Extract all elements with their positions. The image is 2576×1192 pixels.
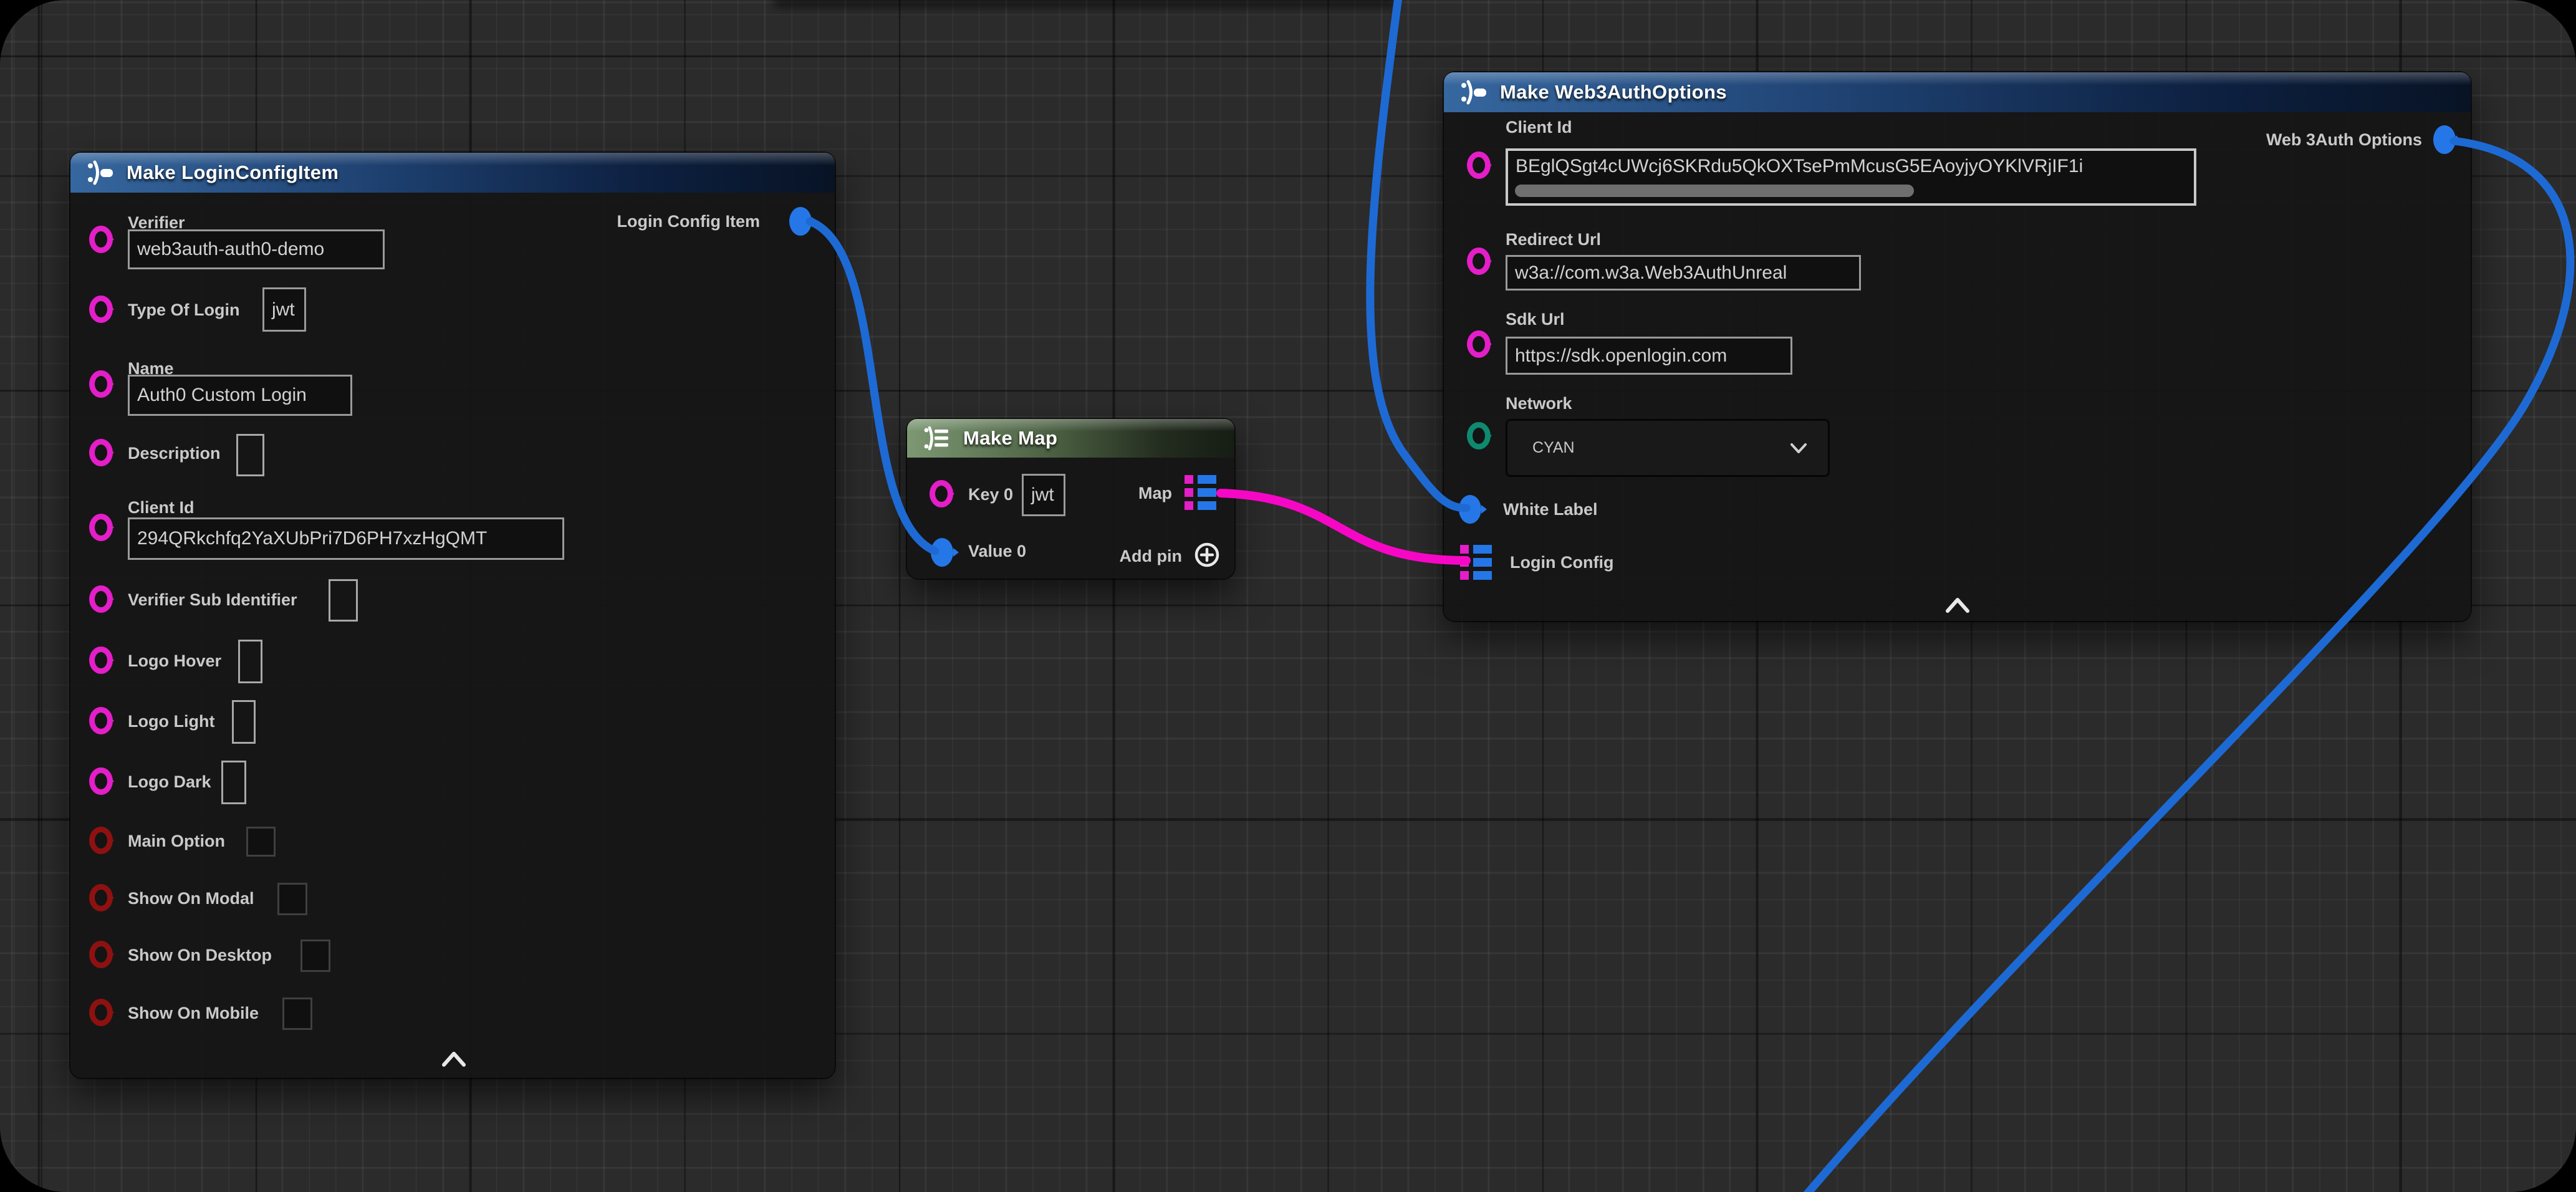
client-id-input[interactable]: 294QRkchfq2YaXUbPri7D6PH7xzHgQMT <box>128 517 564 560</box>
show-on-modal-checkbox[interactable] <box>277 883 307 915</box>
pin-verifier-sub-identifier[interactable] <box>89 585 113 613</box>
pin-logo-dark[interactable] <box>89 767 113 795</box>
add-pin-icon[interactable] <box>1193 541 1221 569</box>
output-label-web3auth-options: Web 3Auth Options <box>2266 130 2422 150</box>
name-input[interactable]: Auth0 Custom Login <box>128 375 352 416</box>
node-title: Make Map <box>963 427 1057 449</box>
pin-client-id[interactable] <box>1467 151 1491 179</box>
wire-map-to-login-config[interactable] <box>1221 493 1466 560</box>
pin-logo-light[interactable] <box>89 707 113 734</box>
pin-label-white-label: White Label <box>1503 499 1598 519</box>
pin-label-login-config: Login Config <box>1510 552 1613 572</box>
client-id-scrollbar[interactable] <box>1515 185 1914 197</box>
pin-show-on-modal[interactable] <box>89 884 113 911</box>
pin-label-value-0: Value 0 <box>968 541 1026 561</box>
pin-label-description: Description <box>128 443 221 463</box>
make-map-icon <box>922 424 951 453</box>
key-0-input[interactable]: jwt <box>1022 474 1065 516</box>
network-dropdown[interactable]: CYAN <box>1506 419 1830 477</box>
pin-label-logo-dark: Logo Dark <box>128 772 211 792</box>
main-option-checkbox[interactable] <box>246 827 276 857</box>
pin-label-type-of-login: Type Of Login <box>128 300 239 320</box>
pin-label-show-on-desktop: Show On Desktop <box>128 945 272 965</box>
logo-dark-input[interactable] <box>221 761 246 804</box>
pin-name[interactable] <box>89 370 113 398</box>
node-header[interactable]: Make Web3AuthOptions <box>1444 72 2471 112</box>
pin-client-id[interactable] <box>89 514 113 541</box>
pin-label-show-on-modal: Show On Modal <box>128 888 254 908</box>
verifier-input[interactable]: web3auth-auth0-demo <box>128 229 385 269</box>
node-header[interactable]: Make Map <box>907 419 1234 458</box>
chevron-down-icon <box>1788 441 1809 455</box>
offscreen-node-shadow <box>773 0 1396 7</box>
pin-show-on-desktop[interactable] <box>89 941 113 968</box>
pin-key-0[interactable] <box>930 480 953 507</box>
pin-label-main-option: Main Option <box>128 831 225 851</box>
pin-verifier[interactable] <box>89 226 113 253</box>
client-id-input[interactable]: BEglQSgt4cUWcj6SKRdu5QkOXTsePmMcusG5EAoy… <box>1506 148 2196 206</box>
collapse-chevron-icon[interactable] <box>435 1049 473 1071</box>
pin-label-redirect-url: Redirect Url <box>1506 229 1601 249</box>
blueprint-graph-canvas[interactable]: Make LoginConfigItem Verifier web3auth-a… <box>0 0 2576 1192</box>
type-of-login-input[interactable]: jwt <box>262 287 306 332</box>
node-title: Make LoginConfigItem <box>127 161 339 184</box>
add-pin-label[interactable]: Add pin <box>1120 546 1182 566</box>
pin-sdk-url[interactable] <box>1467 330 1491 358</box>
pin-label-network: Network <box>1506 393 1572 413</box>
node-make-map[interactable]: Make Map Key 0 jwt Map Value 0 Add pin <box>907 419 1234 579</box>
pin-label-logo-light: Logo Light <box>128 711 214 731</box>
pin-label-client-id: Client Id <box>128 497 195 517</box>
output-label-login-config-item: Login Config Item <box>617 211 760 231</box>
make-struct-icon <box>85 158 114 187</box>
pin-label-verifier-sub-identifier: Verifier Sub Identifier <box>128 590 297 610</box>
pin-network[interactable] <box>1467 422 1491 449</box>
description-input[interactable] <box>236 434 264 476</box>
pin-type-of-login[interactable] <box>89 296 113 323</box>
pin-main-option[interactable] <box>89 827 113 854</box>
pin-label-sdk-url: Sdk Url <box>1506 309 1565 329</box>
pin-redirect-url[interactable] <box>1467 248 1491 275</box>
pin-logo-hover[interactable] <box>89 646 113 674</box>
node-make-web3authoptions[interactable]: Make Web3AuthOptions Client Id BEglQSgt4… <box>1444 72 2471 621</box>
output-label-map: Map <box>1138 483 1172 503</box>
pin-label-logo-hover: Logo Hover <box>128 651 221 671</box>
show-on-desktop-checkbox[interactable] <box>300 940 330 972</box>
logo-hover-input[interactable] <box>238 640 262 683</box>
show-on-mobile-checkbox[interactable] <box>282 997 312 1030</box>
make-struct-icon <box>1459 78 1487 107</box>
collapse-chevron-icon[interactable] <box>1939 595 1976 617</box>
pin-label-key-0: Key 0 <box>968 484 1013 504</box>
logo-light-input[interactable] <box>232 700 256 744</box>
node-header[interactable]: Make LoginConfigItem <box>70 153 835 193</box>
network-dropdown-value: CYAN <box>1532 439 1575 457</box>
redirect-url-input[interactable]: w3a://com.w3a.Web3AuthUnreal <box>1506 255 1861 291</box>
verifier-sub-identifier-input[interactable] <box>329 579 358 622</box>
node-title: Make Web3AuthOptions <box>1500 81 1727 103</box>
node-make-loginconfigitem[interactable]: Make LoginConfigItem Verifier web3auth-a… <box>70 153 835 1078</box>
pin-show-on-mobile[interactable] <box>89 999 113 1026</box>
pin-label-show-on-mobile: Show On Mobile <box>128 1003 259 1023</box>
pin-description[interactable] <box>89 439 113 466</box>
pin-label-client-id: Client Id <box>1506 117 1572 137</box>
output-pin-map-icon[interactable] <box>1185 475 1216 510</box>
sdk-url-input[interactable]: https://sdk.openlogin.com <box>1506 337 1792 375</box>
